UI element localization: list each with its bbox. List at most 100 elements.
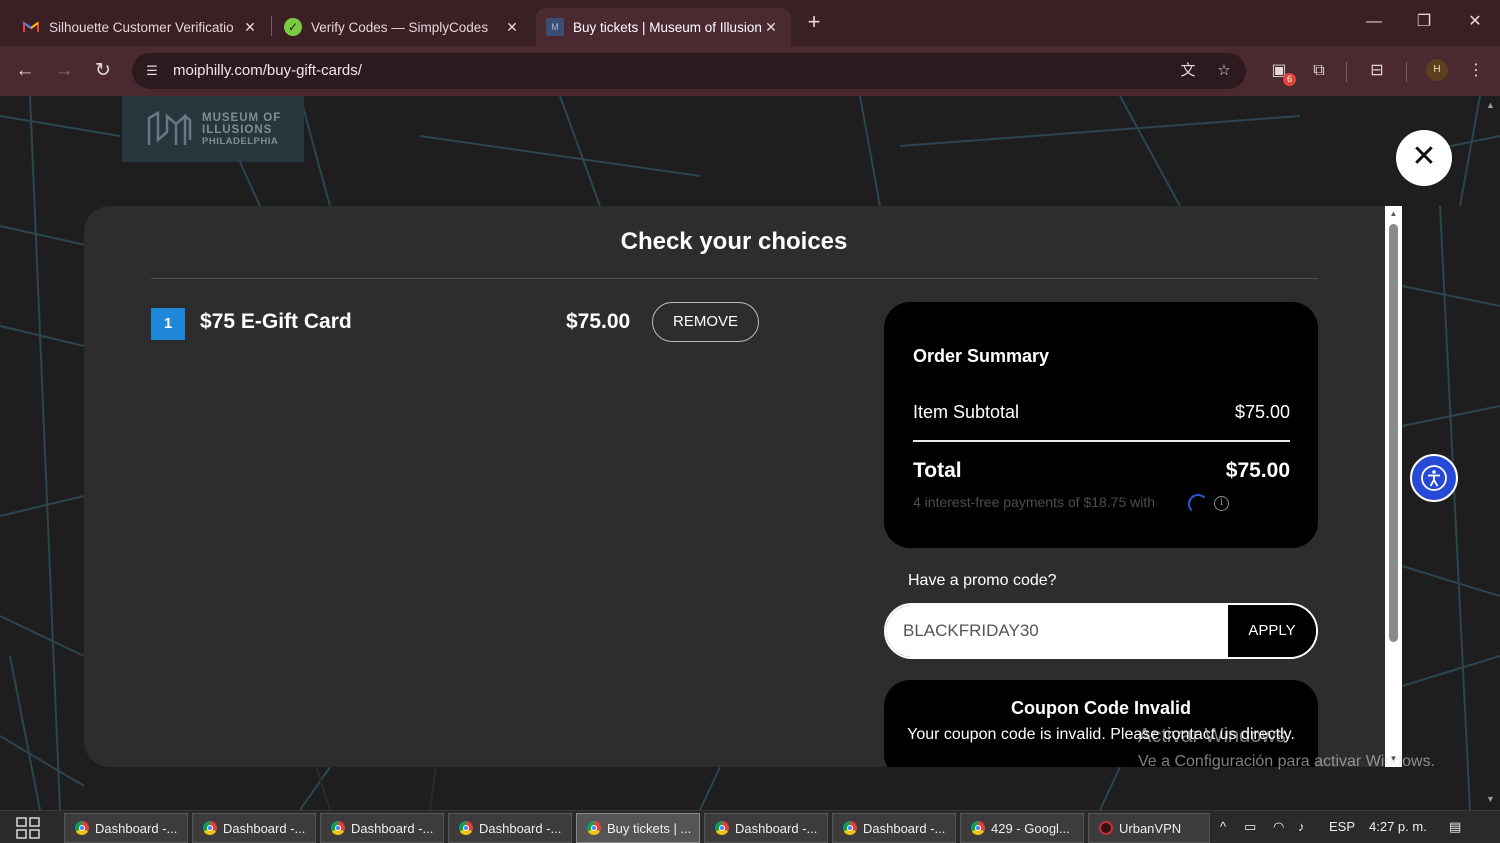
close-window-icon[interactable]: ✕ [1450, 0, 1500, 44]
museum-logo[interactable]: MUSEUM OF ILLUSIONS PHILADELPHIA [122, 96, 304, 162]
address-bar[interactable]: ☰ moiphilly.com/buy-gift-cards/ 文 ☆ [132, 53, 1246, 89]
page-scroll-up-icon[interactable]: ▲ [1486, 100, 1495, 110]
reading-mode-icon[interactable]: ⊟ [1364, 58, 1390, 84]
taskbar-item-label: Dashboard -... [735, 820, 818, 836]
taskbar-item-label: Dashboard -... [479, 820, 562, 836]
clock[interactable]: 4:27 p. m. [1369, 819, 1427, 834]
promo-code-input[interactable] [886, 605, 1228, 657]
close-tab-icon[interactable]: ✕ [761, 19, 781, 36]
logo-line-1: MUSEUM OF [202, 112, 282, 124]
volume-icon[interactable]: ♪ [1298, 819, 1305, 834]
promo-label: Have a promo code? [908, 572, 1057, 589]
windows-taskbar: Dashboard -... Dashboard -... Dashboard … [0, 810, 1500, 843]
close-modal-button[interactable]: ✕ [1396, 130, 1452, 186]
bookmark-star-icon[interactable]: ☆ [1214, 61, 1234, 81]
reload-icon[interactable]: ↻ [89, 57, 117, 85]
simplycodes-icon: ✓ [284, 18, 302, 36]
modal-title: Check your choices [620, 228, 848, 255]
extension-badge: 6 [1283, 73, 1296, 86]
wifi-icon[interactable]: ◠ [1273, 819, 1284, 835]
order-summary-title: Order Summary [913, 346, 1050, 366]
error-title: Coupon Code Invalid [1011, 698, 1191, 718]
accessibility-icon [1421, 465, 1447, 491]
show-hidden-icons-icon[interactable]: ^ [1220, 819, 1226, 834]
extension-icon[interactable]: ▣ 6 [1266, 58, 1296, 86]
taskbar-item[interactable]: Dashboard -... [704, 813, 828, 843]
chrome-icon [715, 821, 729, 835]
chrome-icon [843, 821, 857, 835]
start-icon[interactable] [16, 817, 40, 839]
item-price: $75.00 [566, 310, 631, 333]
taskbar-item[interactable]: Dashboard -... [320, 813, 444, 843]
museum-logo-mark-icon [147, 110, 192, 145]
language-indicator[interactable]: ESP [1329, 819, 1355, 834]
windows-activation-watermark: Activar Windows Ve a Configuración para … [1138, 724, 1435, 774]
profile-avatar[interactable]: H [1426, 59, 1448, 81]
taskbar-item[interactable]: Dashboard -... [192, 813, 316, 843]
puzzle-icon[interactable]: ⧉ [1306, 58, 1332, 84]
forward-icon[interactable]: → [50, 57, 78, 85]
promo-code-form: APPLY [884, 603, 1318, 659]
back-icon[interactable]: ← [11, 57, 39, 85]
item-name: $75 E-Gift Card [200, 310, 352, 333]
battery-icon[interactable]: ▭ [1244, 819, 1256, 835]
close-icon: ✕ [1411, 140, 1437, 173]
logo-line-2: ILLUSIONS [202, 124, 273, 136]
taskbar-item[interactable]: Dashboard -... [64, 813, 188, 843]
modal-scrollbar[interactable]: ▲ ▼ [1385, 206, 1402, 767]
close-tab-icon[interactable]: ✕ [240, 19, 260, 36]
urbanvpn-icon [1099, 821, 1113, 835]
tab-simplycodes[interactable]: ✓ Verify Codes — SimplyCodes ✕ [262, 8, 532, 46]
taskbar-item-label: 429 - Googl... [991, 820, 1070, 836]
tab-title: Verify Codes — SimplyCodes [311, 19, 489, 35]
subtotal-value: $75.00 [1234, 402, 1290, 422]
apply-promo-button[interactable]: APPLY [1228, 605, 1316, 657]
toolbar-divider [1346, 62, 1347, 82]
new-tab-icon[interactable]: + [801, 9, 827, 35]
browser-toolbar: ← → ↻ ☰ moiphilly.com/buy-gift-cards/ 文 … [0, 46, 1500, 96]
notifications-icon[interactable]: ▤ [1449, 819, 1461, 835]
checkout-modal: Check your choices 1 $75 E-Gift Card $75… [84, 206, 1402, 767]
tab-title: Silhouette Customer Verificatio [49, 19, 234, 35]
museum-icon: M [546, 18, 564, 36]
page-scroll-down-icon[interactable]: ▼ [1486, 794, 1495, 804]
more-menu-icon[interactable]: ⋮ [1463, 58, 1489, 84]
tab-silhouette[interactable]: Silhouette Customer Verificatio ✕ [0, 8, 270, 46]
taskbar-item[interactable]: 429 - Googl... [960, 813, 1084, 843]
taskbar-item-label: UrbanVPN [1119, 820, 1182, 836]
logo-line-3: PHILADELPHIA [202, 136, 279, 147]
tab-museum[interactable]: M Buy tickets | Museum of Illusion ✕ [536, 8, 791, 46]
taskbar-item-label: Dashboard -... [351, 820, 434, 836]
restore-icon[interactable]: ❐ [1399, 0, 1449, 44]
taskbar-item-active[interactable]: Buy tickets | ... [576, 813, 700, 843]
taskbar-item[interactable]: Dashboard -... [832, 813, 956, 843]
summary-divider [913, 440, 1290, 442]
taskbar-item-label: Buy tickets | ... [607, 820, 692, 836]
total-value: $75.00 [1225, 459, 1290, 482]
translate-icon[interactable]: 文 [1178, 61, 1198, 81]
item-quantity-badge: 1 [151, 308, 185, 340]
total-label: Total [913, 459, 962, 482]
toolbar-divider [1406, 62, 1407, 82]
close-tab-icon[interactable]: ✕ [502, 19, 522, 36]
tab-bar: Silhouette Customer Verificatio ✕ ✓ Veri… [0, 0, 1500, 46]
watermark-line-1: Activar Windows [1138, 725, 1286, 747]
chrome-icon [331, 821, 345, 835]
url-text[interactable]: moiphilly.com/buy-gift-cards/ [173, 62, 362, 79]
chrome-icon [75, 821, 89, 835]
taskbar-item[interactable]: Dashboard -... [448, 813, 572, 843]
tab-title: Buy tickets | Museum of Illusion [573, 19, 761, 35]
chrome-icon [459, 821, 473, 835]
accessibility-button[interactable] [1410, 454, 1458, 502]
scroll-up-icon[interactable]: ▲ [1389, 209, 1398, 218]
site-settings-icon[interactable]: ☰ [142, 61, 162, 81]
minimize-icon[interactable]: — [1349, 0, 1399, 44]
scrollbar-thumb[interactable] [1389, 224, 1398, 642]
loading-spinner-icon [1188, 494, 1208, 514]
remove-item-button[interactable]: REMOVE [652, 302, 759, 342]
taskbar-item[interactable]: UrbanVPN [1088, 813, 1210, 843]
installments-text: 4 interest-free payments of $18.75 with [913, 494, 1156, 510]
museum-logo-text: MUSEUM OF ILLUSIONS PHILADELPHIA [202, 112, 281, 148]
subtotal-label: Item Subtotal [913, 402, 1020, 422]
info-icon[interactable]: i [1214, 496, 1229, 511]
